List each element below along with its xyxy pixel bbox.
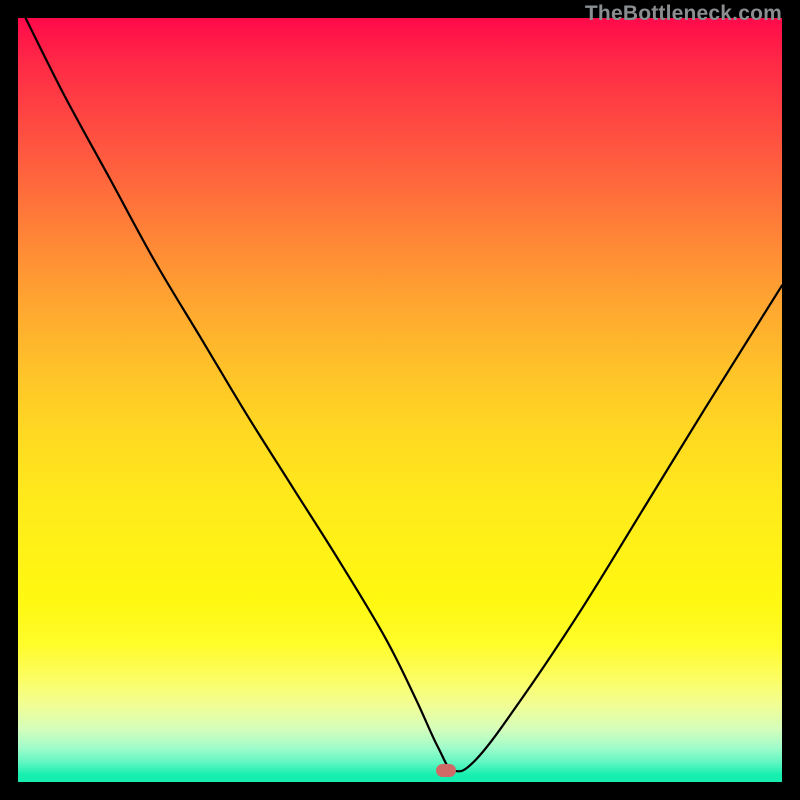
plot-area <box>18 18 782 782</box>
optimal-point-marker <box>436 764 456 776</box>
bottleneck-curve <box>18 18 782 782</box>
chart-frame: TheBottleneck.com <box>0 0 800 800</box>
attribution-text: TheBottleneck.com <box>585 2 782 26</box>
